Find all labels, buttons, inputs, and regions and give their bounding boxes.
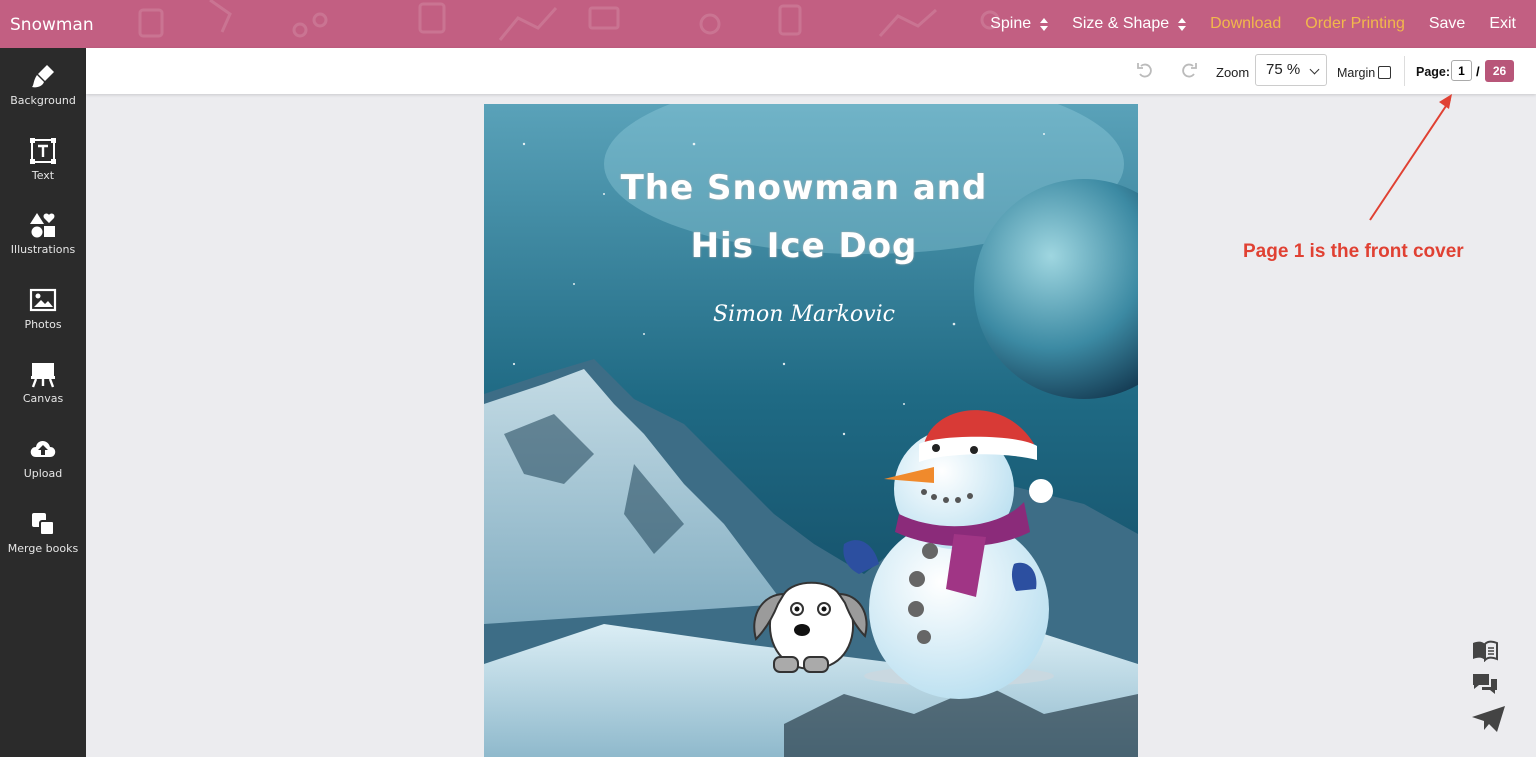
book-cover-page[interactable]: The Snowman and His Ice Dog Simon Markov…: [484, 104, 1138, 757]
sidebar-item-upload[interactable]: Upload: [0, 435, 86, 505]
chevron-down-icon: [1309, 64, 1320, 75]
top-bar: Snowman Spine Size & Shape Download Orde…: [0, 0, 1536, 48]
easel-icon: [31, 363, 55, 388]
brush-icon: [32, 65, 54, 88]
text-icon: [30, 138, 56, 164]
sidebar-item-photos[interactable]: Photos: [0, 286, 86, 356]
editor-toolbar: Zoom 75 % Margin Page: 1 / 26: [86, 48, 1536, 94]
topbar-pattern: [138, 0, 1000, 41]
annotation-text: Page 1 is the front cover: [1243, 241, 1464, 262]
sidebar-item-canvas[interactable]: Canvas: [0, 360, 86, 430]
send-icon[interactable]: [1472, 705, 1506, 733]
sidebar-item-illustrations[interactable]: Illustrations: [0, 211, 86, 281]
zoom-select[interactable]: 75 %: [1255, 54, 1327, 86]
size-shape-menu[interactable]: Size & Shape: [1072, 15, 1187, 33]
cloud-upload-icon: [30, 441, 56, 457]
merge-icon: [32, 513, 55, 536]
sidebar-item-label: Background: [10, 94, 76, 107]
save-button[interactable]: Save: [1429, 15, 1465, 33]
image-icon: [29, 288, 57, 312]
sort-icon: [1040, 17, 1049, 31]
sidebar-item-label: Photos: [24, 318, 62, 331]
size-shape-label: Size & Shape: [1072, 15, 1170, 32]
sidebar-item-text[interactable]: Text: [0, 137, 86, 207]
sidebar-item-label: Canvas: [22, 392, 64, 405]
sidebar-item-merge-books[interactable]: Merge books: [0, 510, 86, 580]
order-printing-button[interactable]: Order Printing: [1305, 15, 1405, 33]
sidebar: Background Text Illustrations Photos Can…: [0, 48, 86, 757]
margin-label: Margin: [1337, 66, 1376, 80]
redo-icon[interactable]: [1180, 61, 1198, 79]
book-open-icon[interactable]: [1472, 640, 1498, 662]
undo-icon[interactable]: [1136, 61, 1154, 79]
spine-label: Spine: [990, 15, 1032, 32]
top-nav: Spine Size & Shape Download Order Printi…: [966, 0, 1516, 48]
sidebar-item-label: Upload: [23, 467, 63, 480]
shapes-icon: [30, 213, 55, 238]
spine-menu[interactable]: Spine: [990, 15, 1049, 33]
page-label: Page:: [1416, 65, 1451, 79]
cover-title-line-2[interactable]: His Ice Dog: [544, 226, 1064, 266]
sidebar-item-label: Merge books: [7, 542, 79, 555]
margin-checkbox[interactable]: [1378, 66, 1391, 79]
toolbar-divider: [1404, 56, 1405, 86]
exit-button[interactable]: Exit: [1489, 15, 1516, 33]
annotation-arrow: [1369, 94, 1452, 221]
page-separator: /: [1476, 64, 1480, 79]
app-title: Snowman: [10, 15, 94, 35]
sidebar-item-label: Text: [31, 169, 55, 182]
cover-title-line-1[interactable]: The Snowman and: [544, 168, 1064, 208]
cover-author[interactable]: Simon Markovic: [624, 302, 984, 327]
zoom-value: 75 %: [1266, 61, 1301, 78]
zoom-label: Zoom: [1216, 65, 1250, 80]
sidebar-item-label: Illustrations: [10, 243, 76, 256]
sidebar-item-background[interactable]: Background: [0, 62, 86, 132]
chat-icon[interactable]: [1472, 672, 1498, 696]
sort-icon: [1178, 17, 1187, 31]
page-number-input[interactable]: 1: [1451, 60, 1472, 81]
download-button[interactable]: Download: [1210, 15, 1281, 33]
page-total-badge: 26: [1485, 60, 1514, 82]
